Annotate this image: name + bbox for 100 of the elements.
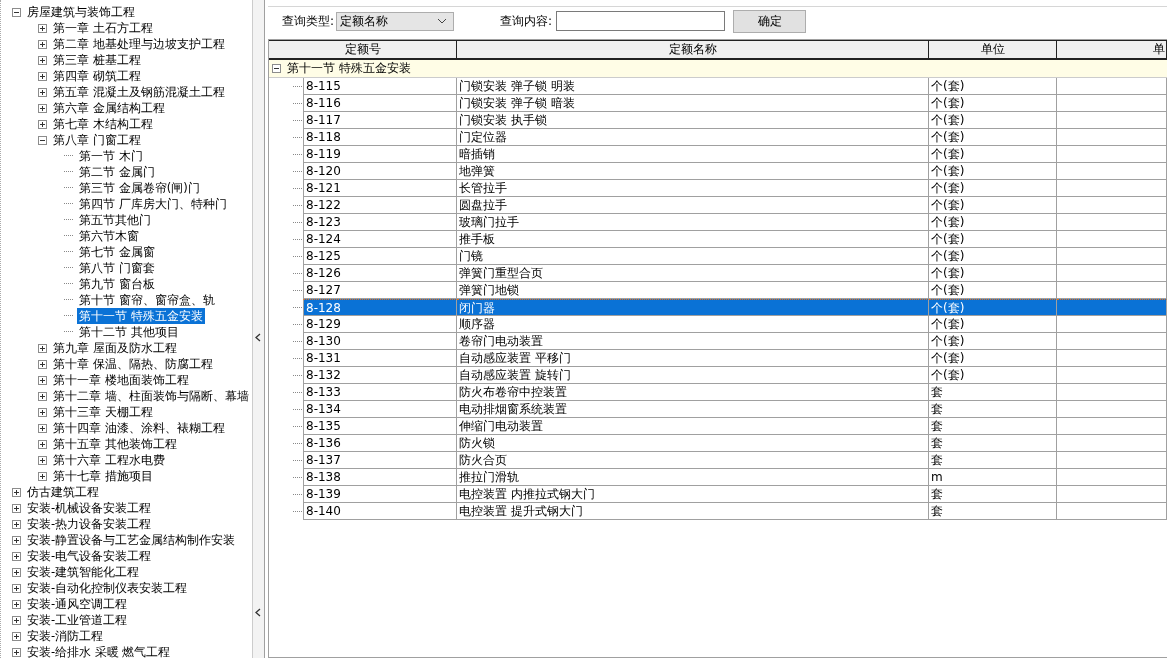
table-row[interactable]: 8-131 自动感应装置 平移门 个(套): [269, 350, 1167, 367]
tree-item[interactable]: 第五章 混凝土及钢筋混凝土工程: [51, 84, 227, 100]
expand-toggle[interactable]: [12, 551, 21, 561]
tree-item[interactable]: 第十二节 其他项目: [77, 324, 181, 340]
table-row[interactable]: 8-132 自动感应装置 旋转门 个(套): [269, 367, 1167, 384]
expand-toggle[interactable]: [38, 391, 47, 401]
expand-toggle[interactable]: [38, 135, 47, 145]
expand-toggle[interactable]: [38, 359, 47, 369]
expand-toggle[interactable]: [38, 119, 47, 129]
tree-item[interactable]: 安装-静置设备与工艺金属结构制作安装: [25, 532, 238, 548]
table-row[interactable]: 8-135 伸缩门电动装置 套: [269, 418, 1167, 435]
expand-toggle[interactable]: [12, 519, 21, 529]
tree-item[interactable]: 第八节 门窗套: [77, 260, 157, 276]
query-content-input[interactable]: [556, 11, 726, 31]
table-row[interactable]: 8-116 门锁安装 弹子锁 暗装 个(套): [269, 95, 1167, 112]
tree-item[interactable]: 安装-自动化控制仪表安装工程: [25, 580, 190, 596]
expand-toggle[interactable]: [38, 455, 47, 465]
expand-toggle[interactable]: [38, 87, 47, 97]
expand-toggle[interactable]: [12, 7, 21, 17]
expand-toggle[interactable]: [12, 567, 21, 577]
expand-toggle[interactable]: [272, 64, 281, 73]
table-row[interactable]: 8-125 门镜 个(套): [269, 248, 1167, 265]
collapse-left-icon[interactable]: [255, 608, 262, 617]
column-header[interactable]: 单位: [929, 41, 1057, 58]
expand-toggle[interactable]: [38, 23, 47, 33]
expand-toggle[interactable]: [12, 503, 21, 513]
expand-toggle[interactable]: [12, 615, 21, 625]
table-row[interactable]: 8-129 顺序器 个(套): [269, 316, 1167, 333]
expand-toggle[interactable]: [38, 375, 47, 385]
tree-item[interactable]: 第十二章 墙、柱面装饰与隔断、幕墙: [51, 388, 251, 404]
column-header[interactable]: 定额名称: [457, 41, 929, 58]
expand-toggle[interactable]: [38, 103, 47, 113]
tree-item[interactable]: 第一节 木门: [77, 148, 145, 164]
table-row[interactable]: 8-128 闭门器 个(套): [269, 299, 1167, 316]
table-row[interactable]: 8-139 电控装置 内推拉式钢大门 套: [269, 486, 1167, 503]
table-row[interactable]: 8-126 弹簧门重型合页 个(套): [269, 265, 1167, 282]
tree-item[interactable]: 第七节 金属窗: [77, 244, 157, 260]
tree-item[interactable]: 第十七章 措施项目: [51, 468, 155, 484]
tree-item[interactable]: 第十章 保温、隔热、防腐工程: [51, 356, 215, 372]
table-row[interactable]: 8-124 推手板 个(套): [269, 231, 1167, 248]
tree-item[interactable]: 第九章 屋面及防水工程: [51, 340, 179, 356]
tree-item[interactable]: 安装-机械设备安装工程: [25, 500, 154, 516]
tree-item[interactable]: 第十一章 楼地面装饰工程: [51, 372, 191, 388]
tree-item[interactable]: 第六章 金属结构工程: [51, 100, 167, 116]
tree-item[interactable]: 第十四章 油漆、涂料、裱糊工程: [51, 420, 227, 436]
tree-item[interactable]: 第四章 砌筑工程: [51, 68, 143, 84]
tree-item[interactable]: 第十节 窗帘、窗帘盒、轨: [77, 292, 217, 308]
table-row[interactable]: 8-117 门锁安装 执手锁 个(套): [269, 112, 1167, 129]
expand-toggle[interactable]: [12, 535, 21, 545]
tree-item[interactable]: 第八章 门窗工程: [51, 132, 143, 148]
table-row[interactable]: 8-134 电动排烟窗系统装置 套: [269, 401, 1167, 418]
expand-toggle[interactable]: [38, 407, 47, 417]
tree-item[interactable]: 安装-通风空调工程: [25, 596, 130, 612]
table-row[interactable]: 8-122 圆盘拉手 个(套): [269, 197, 1167, 214]
tree-item[interactable]: 第十六章 工程水电费: [51, 452, 167, 468]
tree-item[interactable]: 安装-热力设备安装工程: [25, 516, 154, 532]
table-row[interactable]: 8-120 地弹簧 个(套): [269, 163, 1167, 180]
tree-item[interactable]: 安装-消防工程: [25, 628, 106, 644]
tree-item[interactable]: 第三节 金属卷帘(闸)门: [77, 180, 202, 196]
expand-toggle[interactable]: [38, 423, 47, 433]
expand-toggle[interactable]: [38, 343, 47, 353]
tree-item[interactable]: 第四节 厂库房大门、特种门: [77, 196, 229, 212]
tree-item[interactable]: 第十一节 特殊五金安装: [77, 308, 205, 324]
tree-item[interactable]: 第一章 土石方工程: [51, 20, 155, 36]
tree-item[interactable]: 第十三章 天棚工程: [51, 404, 155, 420]
table-row[interactable]: 8-130 卷帘门电动装置 个(套): [269, 333, 1167, 350]
expand-toggle[interactable]: [12, 487, 21, 497]
column-header[interactable]: 单: [1057, 41, 1167, 58]
expand-toggle[interactable]: [38, 471, 47, 481]
tree-item[interactable]: 安装-工业管道工程: [25, 612, 130, 628]
expand-toggle[interactable]: [12, 647, 21, 657]
column-header[interactable]: 定额号: [269, 41, 457, 58]
tree-item[interactable]: 房屋建筑与装饰工程: [25, 4, 137, 20]
tree-item[interactable]: 第五节其他门: [77, 212, 153, 228]
tree-item[interactable]: 安装-给排水 采暖 燃气工程: [25, 644, 173, 658]
table-row[interactable]: 8-140 电控装置 提升式钢大门 套: [269, 503, 1167, 520]
expand-toggle[interactable]: [38, 439, 47, 449]
table-row[interactable]: 8-121 长管拉手 个(套): [269, 180, 1167, 197]
table-row[interactable]: 8-138 推拉门滑轨 m: [269, 469, 1167, 486]
expand-toggle[interactable]: [38, 71, 47, 81]
table-row[interactable]: 8-133 防火布卷帘中控装置 套: [269, 384, 1167, 401]
expand-toggle[interactable]: [12, 599, 21, 609]
tree-item[interactable]: 第三章 桩基工程: [51, 52, 143, 68]
expand-toggle[interactable]: [38, 55, 47, 65]
table-row[interactable]: 8-137 防火合页 套: [269, 452, 1167, 469]
table-row[interactable]: 8-118 门定位器 个(套): [269, 129, 1167, 146]
expand-toggle[interactable]: [38, 39, 47, 49]
tree-item[interactable]: 第二节 金属门: [77, 164, 157, 180]
tree-item[interactable]: 安装-建筑智能化工程: [25, 564, 142, 580]
tree-item[interactable]: 第九节 窗台板: [77, 276, 157, 292]
expand-toggle[interactable]: [12, 631, 21, 641]
tree-item[interactable]: 仿古建筑工程: [25, 484, 101, 500]
tree-item[interactable]: 安装-电气设备安装工程: [25, 548, 154, 564]
query-type-dropdown[interactable]: 定额名称: [336, 11, 455, 31]
table-row[interactable]: 8-123 玻璃门拉手 个(套): [269, 214, 1167, 231]
table-row[interactable]: 8-119 暗插销 个(套): [269, 146, 1167, 163]
confirm-button[interactable]: 确定: [733, 9, 807, 33]
table-row[interactable]: 8-136 防火锁 套: [269, 435, 1167, 452]
table-row[interactable]: 8-115 门锁安装 弹子锁 明装 个(套): [269, 78, 1167, 95]
tree-item[interactable]: 第七章 木结构工程: [51, 116, 155, 132]
